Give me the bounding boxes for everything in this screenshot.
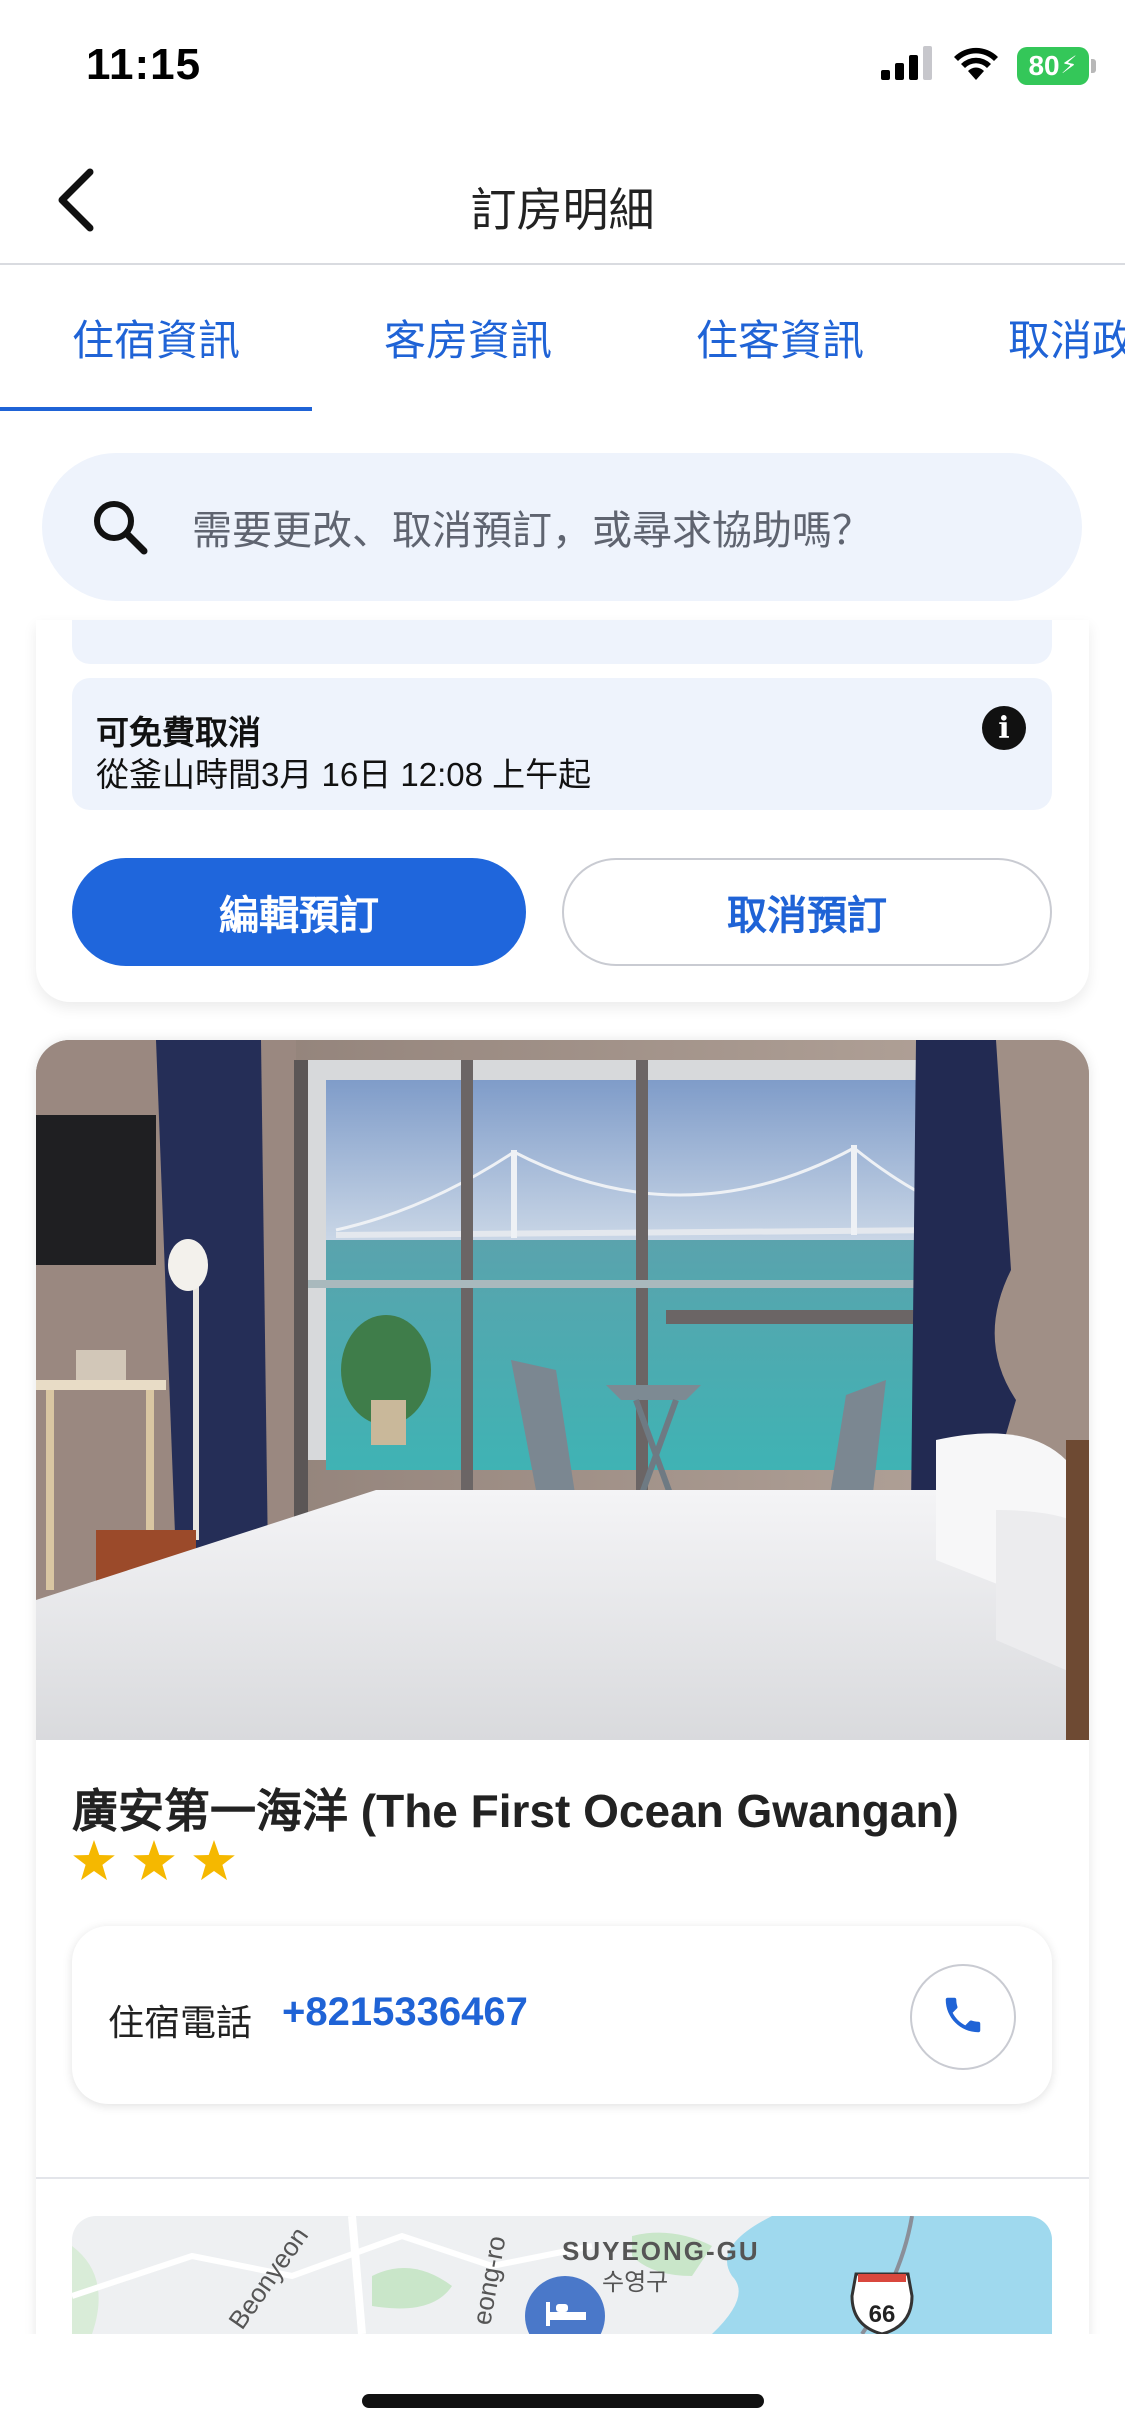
tab-guest-info[interactable]: 住客資訊 [696,307,864,368]
tab-property-info[interactable]: 住宿資訊 [72,307,240,368]
search-icon [90,497,150,557]
wifi-icon [953,46,999,85]
battery-level: 80 [1028,49,1060,81]
info-icon[interactable]: i [982,706,1026,750]
bottom-safe-area [0,2334,1125,2436]
signal-icon [881,46,935,85]
status-bar: 11:15 80 ⚡ [0,0,1125,140]
star-icon [132,1840,176,1887]
phone-number-link[interactable]: +8215336467 [282,1990,528,2035]
help-search-bar[interactable]: 需要更改、取消預訂，或尋求協助嗎？ [42,453,1082,601]
status-time: 11:15 [86,40,202,89]
free-cancellation-detail: 從釜山時間3月 16日 12:08 上午起 [96,756,592,793]
navigation-header: 訂房明細 [0,140,1125,265]
status-icons: 80 ⚡ [881,46,1096,85]
map-label-district-ko: 수영구 [602,2268,668,2296]
map-label-district-en: SUYEONG-GU [562,2236,760,2266]
location-map[interactable]: Beonyeon eong-ro SUYEONG-GU 수영구 66 [72,2216,1052,2334]
cancel-booking-button[interactable]: 取消預訂 [562,858,1052,966]
section-divider [36,2177,1089,2179]
tab-room-info[interactable]: 客房資訊 [384,307,552,368]
tab-cancellation-policy[interactable]: 取消政策 [1008,307,1125,368]
charging-bolt-icon: ⚡ [1060,52,1078,79]
hotel-card: 廣安第一海洋 (The First Ocean Gwangan) 住宿電話 +8… [36,1040,1089,2436]
star-icon [72,1840,116,1887]
phone-label: 住宿電話 [108,2002,253,2043]
edit-booking-button[interactable]: 編輯預訂 [72,858,526,966]
star-icon [192,1840,236,1887]
hotel-name: 廣安第一海洋 (The First Ocean Gwangan) [72,1785,959,1837]
free-cancellation-title: 可免費取消 [96,714,261,751]
search-placeholder: 需要更改、取消預訂，或尋求協助嗎？ [192,509,872,553]
hotel-room-photo[interactable] [36,1040,1089,1740]
star-rating [72,1840,236,1887]
booking-actions-card: 可免費取消 從釜山時間3月 16日 12:08 上午起 i 編輯預訂 取消預訂 [36,620,1089,1002]
phone-icon [940,1992,986,2043]
battery-icon: 80 ⚡ [1017,46,1096,85]
free-cancellation-box: 可免費取消 從釜山時間3月 16日 12:08 上午起 i [72,678,1052,810]
tab-bar: 住宿資訊 客房資訊 住客資訊 取消政策 [0,267,1125,412]
home-indicator[interactable] [362,2394,764,2408]
route-number: 66 [869,2301,896,2328]
property-phone-card: 住宿電話 +8215336467 [72,1926,1052,2104]
previous-info-row [72,620,1052,664]
active-tab-indicator [0,407,312,411]
page-title: 訂房明細 [470,184,655,236]
call-button[interactable] [910,1964,1016,2070]
